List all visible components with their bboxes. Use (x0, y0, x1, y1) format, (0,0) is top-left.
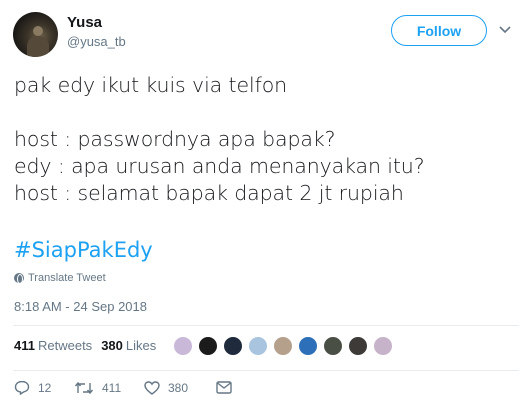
liker-avatar[interactable] (347, 335, 369, 357)
heart-icon (144, 380, 160, 395)
retweets-stat[interactable]: 411 Retweets (14, 338, 92, 353)
liker-avatar[interactable] (197, 335, 219, 357)
liker-avatar[interactable] (297, 335, 319, 357)
user-names: Yusa @yusa_tb (67, 14, 126, 51)
follow-button[interactable]: Follow (391, 15, 487, 46)
likes-count: 380 (101, 338, 123, 353)
retweet-count: 411 (102, 380, 122, 395)
divider (13, 325, 519, 326)
likes-stat[interactable]: 380 Likes (101, 338, 156, 353)
tweet-line: host : selamat bapak dapat 2 jt rupiah (14, 181, 404, 205)
liker-avatars (172, 335, 397, 357)
retweet-button[interactable]: 411 (74, 381, 144, 395)
like-count: 380 (168, 380, 189, 395)
direct-message-button[interactable] (216, 381, 232, 394)
user-handle[interactable]: @yusa_tb (67, 33, 126, 51)
retweets-label: Retweets (37, 338, 93, 353)
avatar[interactable] (13, 12, 58, 57)
reply-count: 12 (38, 380, 52, 395)
like-button[interactable]: 380 (144, 381, 216, 395)
liker-avatar[interactable] (272, 335, 294, 357)
tweet-line (14, 99, 514, 126)
tweet-stats: 411 Retweets 380 Likes (14, 338, 165, 353)
hashtag-link[interactable]: #SiapPakEdy (14, 237, 153, 264)
retweet-icon (74, 381, 94, 394)
liker-avatar[interactable] (247, 335, 269, 357)
tweet-actions: 12 411 380 (14, 380, 232, 395)
retweets-count: 411 (14, 338, 35, 353)
tweet-line: pak edy ikut kuis via telfon (14, 73, 288, 97)
divider (13, 370, 519, 371)
translate-label: Translate Tweet (28, 272, 106, 284)
tweet-timestamp[interactable]: 8:18 AM - 24 Sep 2018 (14, 299, 147, 314)
reply-button[interactable]: 12 (14, 380, 74, 395)
translate-tweet-link[interactable]: Translate Tweet (14, 272, 106, 284)
liker-avatar[interactable] (222, 335, 244, 357)
liker-avatar[interactable] (372, 335, 394, 357)
envelope-icon (216, 381, 232, 394)
tweet-line: host : passwordnya apa bapak? (14, 127, 336, 151)
liker-avatar[interactable] (322, 335, 344, 357)
globe-icon (14, 273, 24, 284)
chevron-down-icon[interactable] (497, 22, 513, 38)
liker-avatar[interactable] (172, 335, 194, 357)
reply-icon (14, 380, 30, 395)
tweet-header: Yusa @yusa_tb Follow (13, 12, 521, 58)
tweet-line: edy : apa urusan anda menanyakan itu? (14, 154, 425, 178)
tweet-text: pak edy ikut kuis via telfon host : pass… (14, 72, 514, 207)
likes-label: Likes (125, 338, 157, 353)
display-name[interactable]: Yusa (67, 14, 126, 32)
